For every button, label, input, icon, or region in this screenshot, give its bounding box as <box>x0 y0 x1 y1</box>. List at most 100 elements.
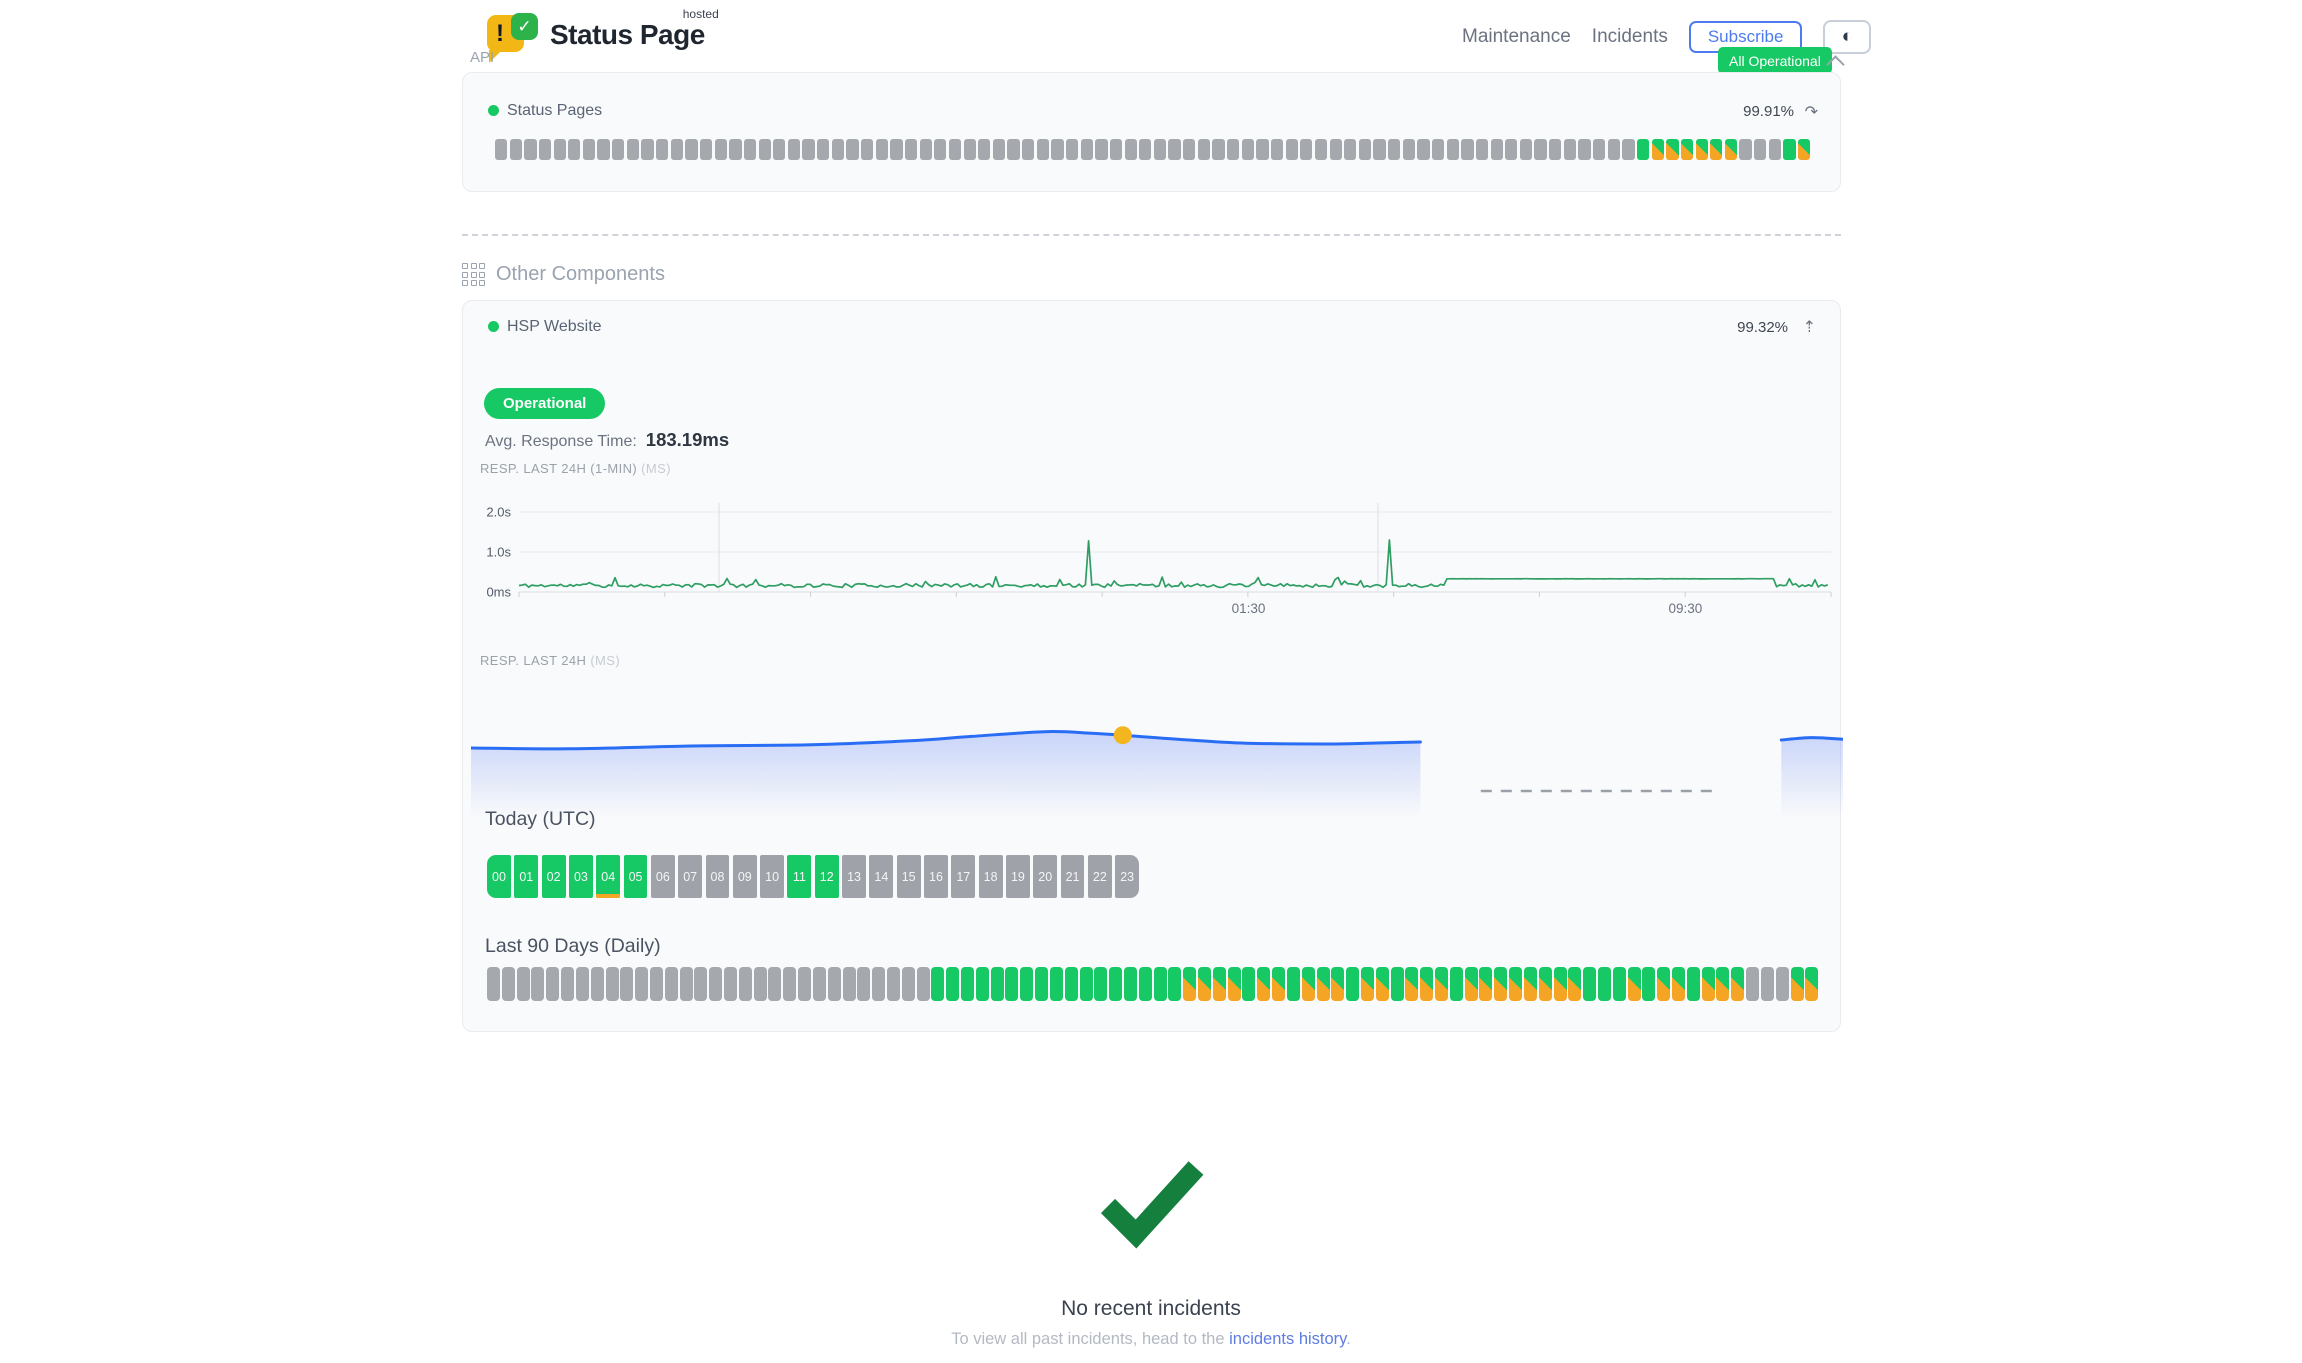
uptime-bar-degraded[interactable] <box>1672 967 1685 1001</box>
uptime-bar-up[interactable] <box>961 967 974 1001</box>
hour-cell-09[interactable]: 09 <box>733 855 757 898</box>
uptime-bar-gray[interactable] <box>828 967 841 1001</box>
hour-cell-15[interactable]: 15 <box>897 855 921 898</box>
uptime-bar-gray[interactable] <box>993 139 1005 160</box>
uptime-bar-gray[interactable] <box>724 967 737 1001</box>
uptime-bar-gray[interactable] <box>902 967 915 1001</box>
uptime-bar-gray[interactable] <box>754 967 767 1001</box>
uptime-bar-gray[interactable] <box>857 967 870 1001</box>
uptime-bar-gray[interactable] <box>510 139 522 160</box>
uptime-bar-gray[interactable] <box>1739 139 1751 160</box>
uptime-bar-gray[interactable] <box>1593 139 1605 160</box>
uptime-bar-up[interactable] <box>1346 967 1359 1001</box>
uptime-bar-up[interactable] <box>1642 967 1655 1001</box>
uptime-bar-gray[interactable] <box>680 967 693 1001</box>
uptime-bar-degraded[interactable] <box>1657 967 1670 1001</box>
uptime-bar-degraded[interactable] <box>1228 967 1241 1001</box>
uptime-bar-degraded[interactable] <box>1805 967 1818 1001</box>
uptime-bar-degraded[interactable] <box>1317 967 1330 1001</box>
uptime-bar-gray[interactable] <box>531 967 544 1001</box>
uptime-bar-gray[interactable] <box>1271 139 1283 160</box>
uptime-bar-degraded[interactable] <box>1798 139 1810 160</box>
uptime-bar-gray[interactable] <box>1769 139 1781 160</box>
uptime-bar-gray[interactable] <box>1746 967 1759 1001</box>
uptime-bar-degraded[interactable] <box>1479 967 1492 1001</box>
hour-cell-00[interactable]: 00 <box>487 855 511 898</box>
hour-cell-14[interactable]: 14 <box>869 855 893 898</box>
uptime-bar-up[interactable] <box>1783 139 1795 160</box>
uptime-bar-degraded[interactable] <box>1465 967 1478 1001</box>
uptime-bar-gray[interactable] <box>798 967 811 1001</box>
uptime-bar-gray[interactable] <box>1095 139 1107 160</box>
uptime-bar-gray[interactable] <box>694 967 707 1001</box>
uptime-bar-gray[interactable] <box>1476 139 1488 160</box>
uptime-bar-degraded[interactable] <box>1509 967 1522 1001</box>
uptime-bar-up[interactable] <box>1005 967 1018 1001</box>
uptime-bar-degraded[interactable] <box>1568 967 1581 1001</box>
hour-cell-04[interactable]: 04 <box>596 855 620 898</box>
hour-cell-13[interactable]: 13 <box>842 855 866 898</box>
uptime-bar-gray[interactable] <box>665 967 678 1001</box>
hour-cell-05[interactable]: 05 <box>624 855 648 898</box>
hour-cell-22[interactable]: 22 <box>1088 855 1112 898</box>
uptime-bar-up[interactable] <box>1109 967 1122 1001</box>
hour-cell-20[interactable]: 20 <box>1033 855 1057 898</box>
uptime-bar-gray[interactable] <box>949 139 961 160</box>
uptime-bar-degraded[interactable] <box>1405 967 1418 1001</box>
uptime-bar-gray[interactable] <box>739 967 752 1001</box>
collapse-arrow-icon[interactable]: ⇡ <box>1803 317 1816 337</box>
hour-cell-01[interactable]: 01 <box>514 855 538 898</box>
uptime-bar-gray[interactable] <box>650 967 663 1001</box>
uptime-bar-up[interactable] <box>1287 967 1300 1001</box>
uptime-bar-gray[interactable] <box>788 139 800 160</box>
uptime-bar-gray[interactable] <box>517 967 530 1001</box>
uptime-bar-gray[interactable] <box>802 139 814 160</box>
uptime-bar-gray[interactable] <box>1300 139 1312 160</box>
hour-cell-16[interactable]: 16 <box>924 855 948 898</box>
uptime-bar-degraded[interactable] <box>1628 967 1641 1001</box>
uptime-bar-gray[interactable] <box>978 139 990 160</box>
uptime-bar-gray[interactable] <box>502 967 515 1001</box>
uptime-bar-gray[interactable] <box>1051 139 1063 160</box>
uptime-bar-gray[interactable] <box>1242 139 1254 160</box>
uptime-bar-gray[interactable] <box>1520 139 1532 160</box>
uptime-bar-gray[interactable] <box>627 139 639 160</box>
uptime-bar-gray[interactable] <box>1754 139 1766 160</box>
uptime-bar-degraded[interactable] <box>1213 967 1226 1001</box>
uptime-bar-up[interactable] <box>1065 967 1078 1001</box>
uptime-bar-gray[interactable] <box>1198 139 1210 160</box>
uptime-bar-gray[interactable] <box>539 139 551 160</box>
uptime-bar-degraded[interactable] <box>1666 139 1678 160</box>
uptime-bar-degraded[interactable] <box>1696 139 1708 160</box>
uptime-bar-gray[interactable] <box>1564 139 1576 160</box>
uptime-bar-up[interactable] <box>1080 967 1093 1001</box>
uptime-bar-gray[interactable] <box>817 139 829 160</box>
uptime-bar-gray[interactable] <box>1330 139 1342 160</box>
uptime-bar-gray[interactable] <box>1549 139 1561 160</box>
overall-status-badge[interactable]: All Operational <box>1718 47 1832 74</box>
uptime-bar-gray[interactable] <box>635 967 648 1001</box>
uptime-bar-degraded[interactable] <box>1257 967 1270 1001</box>
hour-cell-10[interactable]: 10 <box>760 855 784 898</box>
uptime-bar-gray[interactable] <box>1110 139 1122 160</box>
uptime-bar-up[interactable] <box>1391 967 1404 1001</box>
uptime-bar-gray[interactable] <box>606 967 619 1001</box>
uptime-bar-gray[interactable] <box>1608 139 1620 160</box>
uptime-bar-gray[interactable] <box>1081 139 1093 160</box>
uptime-bar-gray[interactable] <box>576 967 589 1001</box>
uptime-bar-gray[interactable] <box>920 139 932 160</box>
uptime-bar-gray[interactable] <box>846 139 858 160</box>
uptime-bar-degraded[interactable] <box>1681 139 1693 160</box>
uptime-bar-gray[interactable] <box>872 967 885 1001</box>
uptime-bar-gray[interactable] <box>861 139 873 160</box>
uptime-bar-gray[interactable] <box>890 139 902 160</box>
uptime-bar-gray[interactable] <box>568 139 580 160</box>
uptime-bar-gray[interactable] <box>546 967 559 1001</box>
uptime-bar-up[interactable] <box>1094 967 1107 1001</box>
uptime-bar-up[interactable] <box>1050 967 1063 1001</box>
uptime-bar-gray[interactable] <box>1227 139 1239 160</box>
uptime-bar-degraded[interactable] <box>1376 967 1389 1001</box>
uptime-bar-gray[interactable] <box>1578 139 1590 160</box>
uptime-bar-degraded[interactable] <box>1524 967 1537 1001</box>
uptime-bar-gray[interactable] <box>1125 139 1137 160</box>
